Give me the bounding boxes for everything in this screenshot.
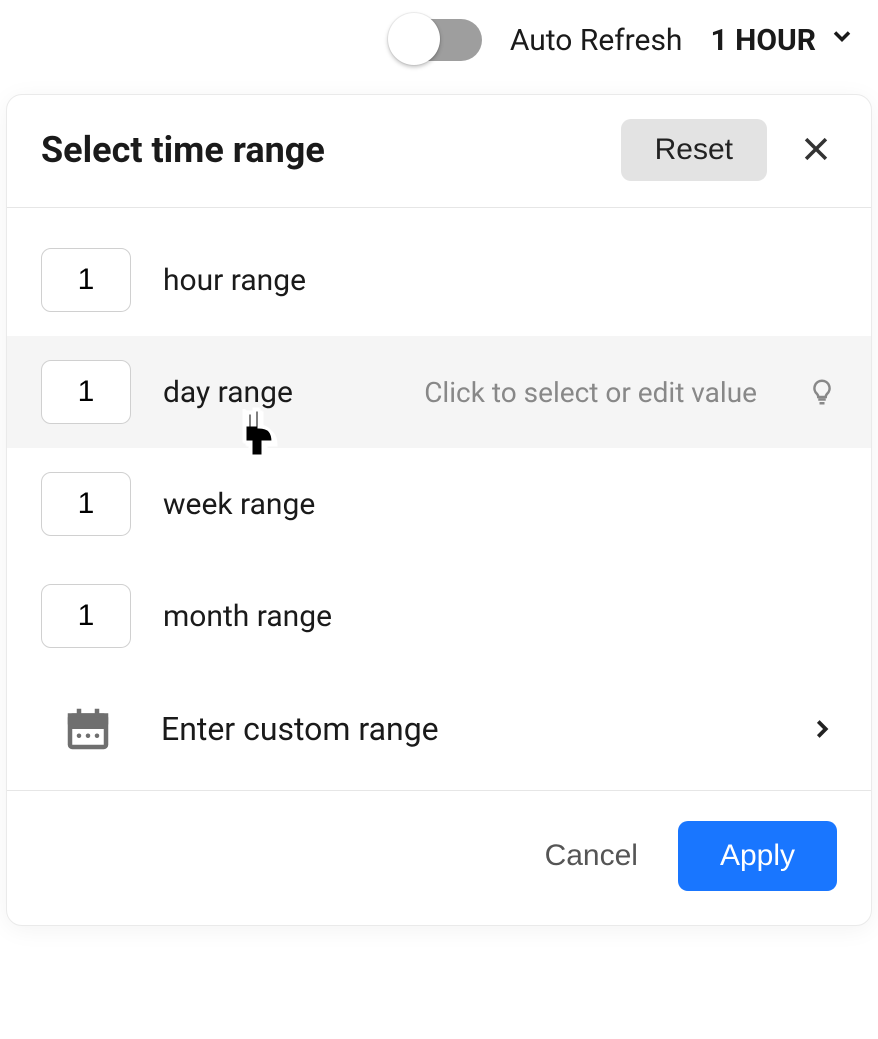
- range-label: month range: [163, 599, 332, 634]
- range-row-day[interactable]: day range Click to select or edit value: [7, 336, 871, 448]
- dialog-footer: Cancel Apply: [7, 791, 871, 925]
- custom-range-row[interactable]: Enter custom range: [7, 672, 871, 791]
- lightbulb-icon: [807, 377, 837, 407]
- time-range-value: 1 HOUR: [710, 23, 816, 58]
- auto-refresh-label: Auto Refresh: [510, 23, 683, 58]
- time-range-dialog: Select time range Reset hour range day r…: [6, 94, 872, 926]
- range-input-month[interactable]: [41, 584, 131, 648]
- range-label: day range: [163, 375, 293, 410]
- range-input-hour[interactable]: [41, 248, 131, 312]
- top-bar: Auto Refresh 1 HOUR: [0, 0, 878, 70]
- chevron-right-icon: [807, 714, 837, 744]
- custom-range-label: Enter custom range: [161, 710, 761, 748]
- range-row-week[interactable]: week range: [7, 448, 871, 560]
- time-range-dropdown[interactable]: 1 HOUR: [710, 22, 856, 58]
- range-label: week range: [163, 487, 315, 522]
- reset-button[interactable]: Reset: [621, 119, 767, 181]
- dialog-title: Select time range: [41, 129, 621, 171]
- calendar-icon: [61, 702, 115, 756]
- cancel-button[interactable]: Cancel: [539, 838, 644, 874]
- toggle-knob: [388, 13, 440, 65]
- range-row-month[interactable]: month range: [7, 560, 871, 672]
- auto-refresh-toggle[interactable]: [390, 19, 482, 61]
- range-input-week[interactable]: [41, 472, 131, 536]
- dialog-header: Select time range Reset: [7, 95, 871, 208]
- range-row-hour[interactable]: hour range: [7, 224, 871, 336]
- range-label: hour range: [163, 263, 306, 298]
- range-hint: Click to select or edit value: [424, 376, 757, 409]
- chevron-down-icon: [828, 22, 856, 58]
- close-icon: [799, 132, 833, 169]
- close-button[interactable]: [795, 128, 837, 173]
- range-options: hour range day range Click to select or …: [7, 208, 871, 791]
- range-input-day[interactable]: [41, 360, 131, 424]
- apply-button[interactable]: Apply: [678, 821, 837, 891]
